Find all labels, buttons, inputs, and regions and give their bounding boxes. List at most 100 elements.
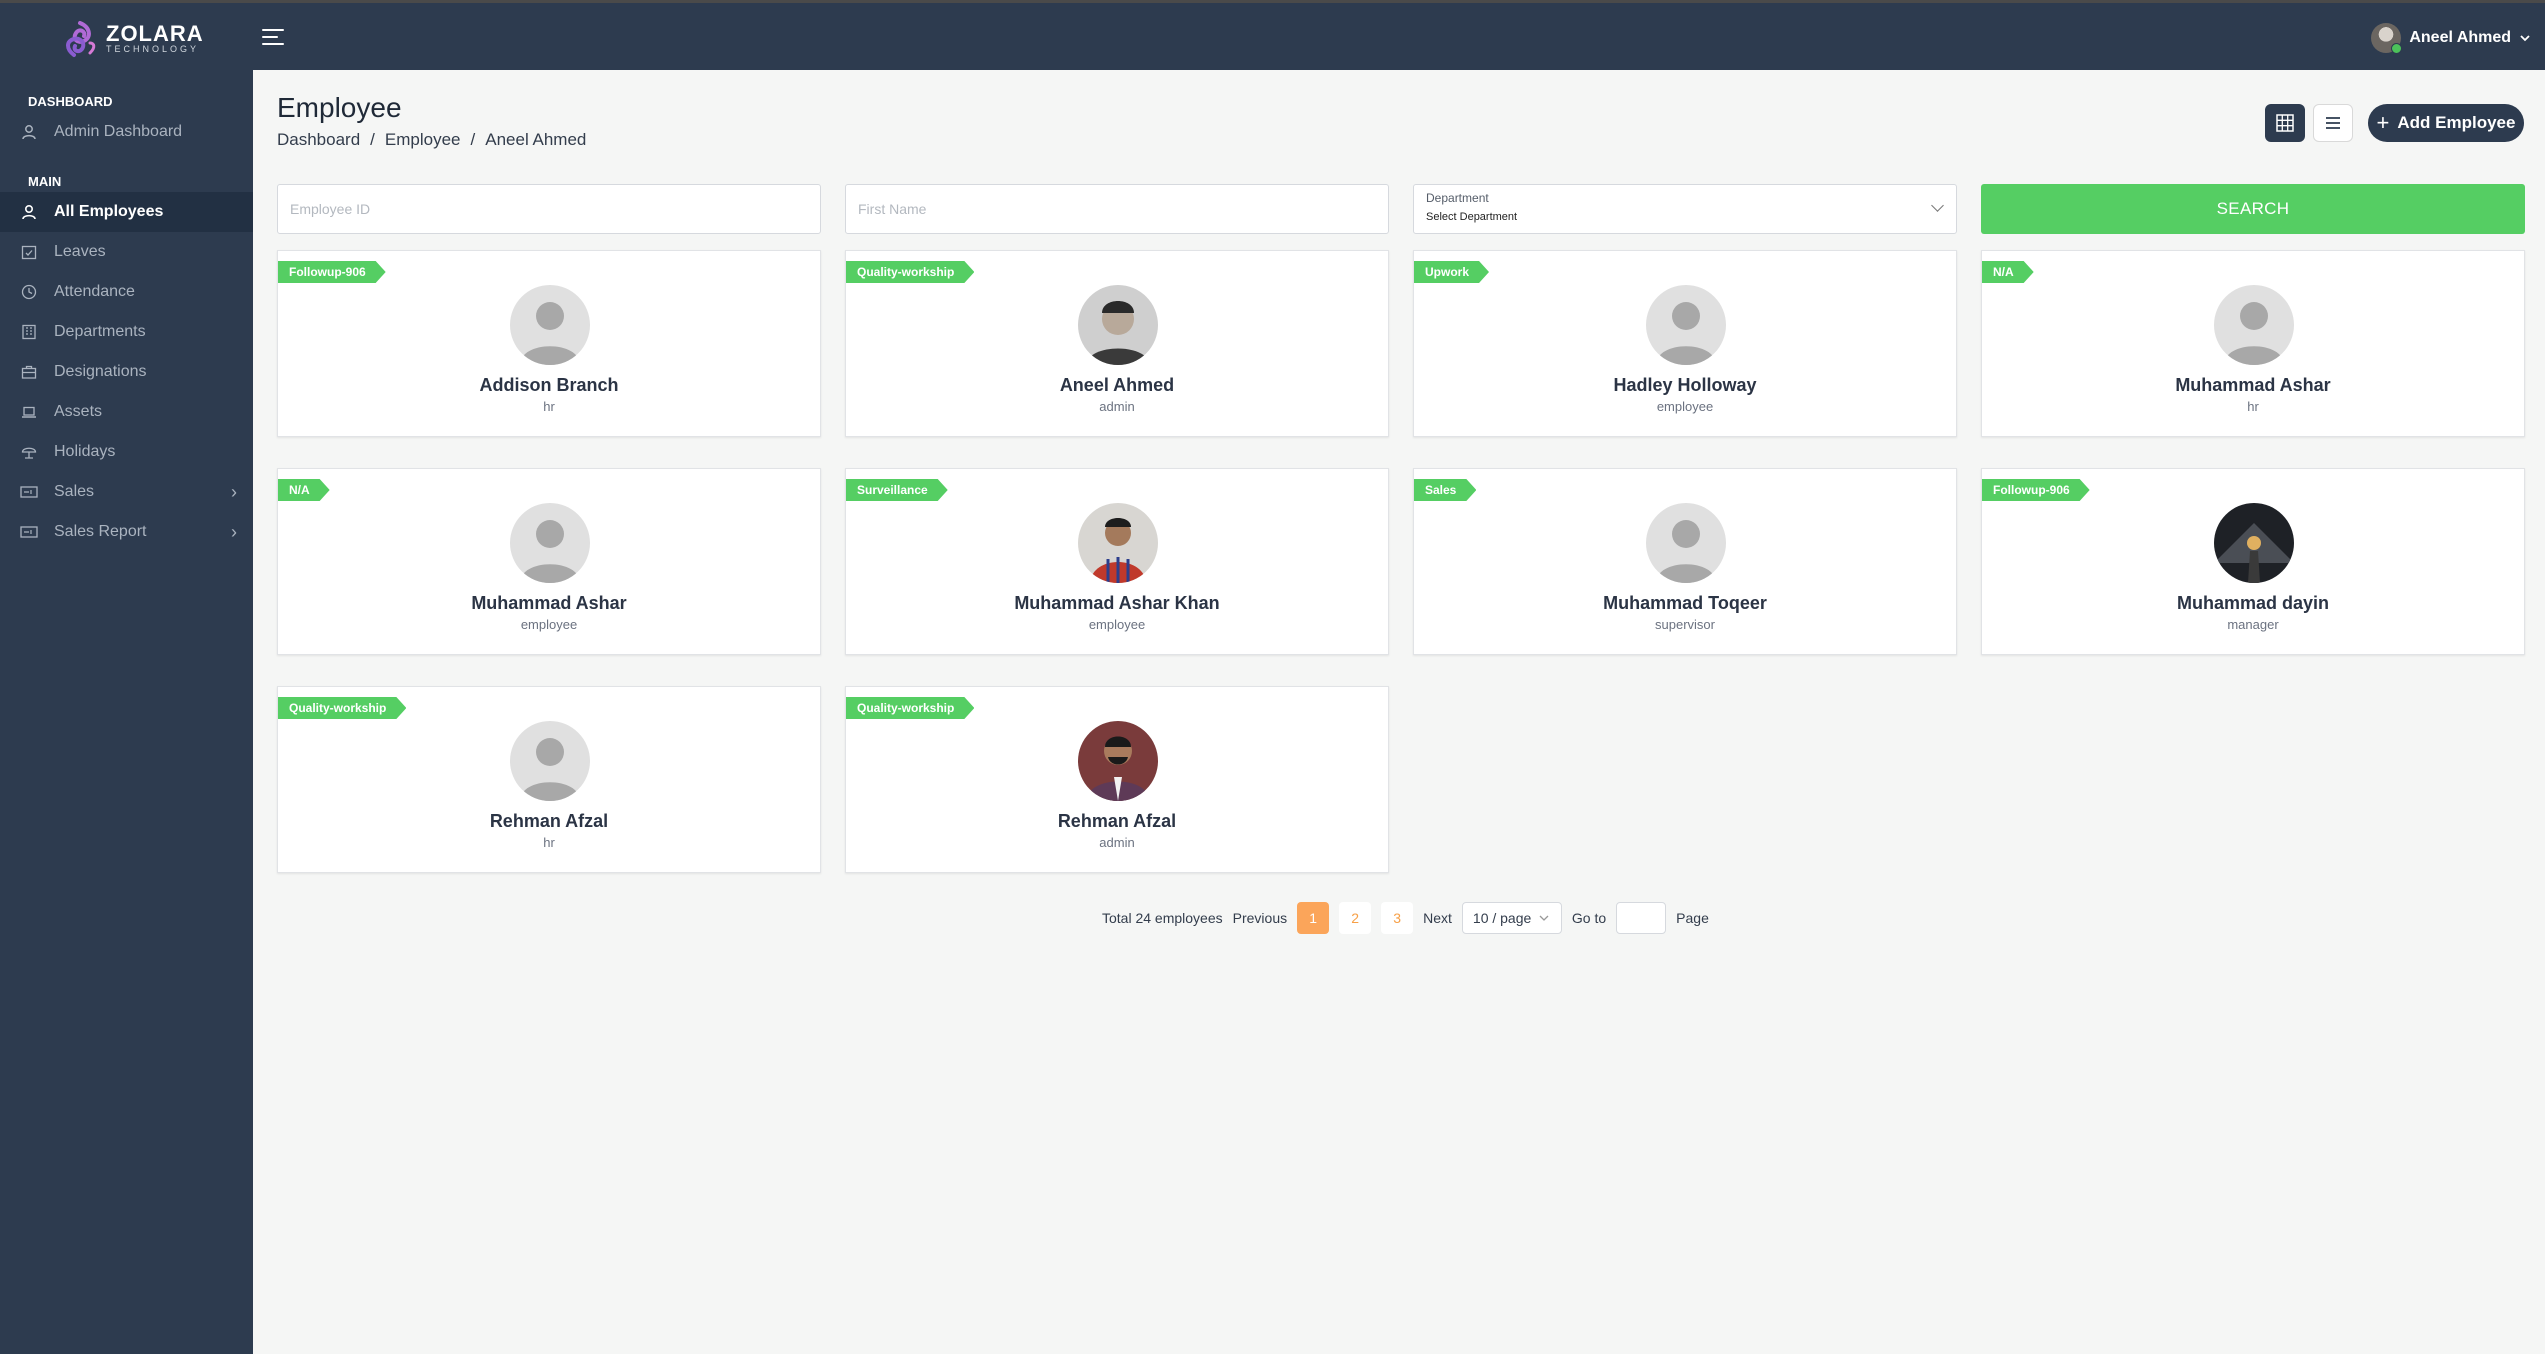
employee-id-field[interactable]	[277, 184, 821, 234]
employee-card[interactable]: N/A Muhammad Ashar hr	[1981, 250, 2525, 437]
sidebar-item-label: Attendance	[54, 283, 135, 300]
department-tag: Surveillance	[846, 479, 948, 501]
employee-avatar[interactable]	[510, 721, 590, 801]
sidebar-item-holidays[interactable]: Holidays	[0, 432, 253, 472]
sidebar-item-leaves[interactable]: Leaves	[0, 232, 253, 272]
umbrella-icon	[20, 443, 38, 461]
sidebar-item-all-employees[interactable]: All Employees	[0, 192, 253, 232]
employee-avatar[interactable]	[1078, 285, 1158, 365]
employee-card[interactable]: Quality-workship Aneel Ahmed admin	[845, 250, 1389, 437]
employee-name[interactable]: Addison Branch	[278, 375, 820, 396]
employee-avatar[interactable]	[1078, 503, 1158, 583]
sidebar-item-assets[interactable]: Assets	[0, 392, 253, 432]
employee-name[interactable]: Rehman Afzal	[278, 811, 820, 832]
sidebar-item-label: Departments	[54, 323, 146, 340]
chevron-down-icon	[2520, 35, 2530, 42]
sidebar: DASHBOARD Admin Dashboard MAIN All Emplo…	[0, 70, 253, 1354]
next-page-button[interactable]: Next	[1423, 910, 1452, 926]
add-employee-button[interactable]: + Add Employee	[2368, 104, 2524, 142]
zolara-logo-icon	[66, 21, 96, 57]
department-tag: Sales	[1414, 479, 1476, 501]
sidebar-heading-main: MAIN	[28, 174, 62, 189]
breadcrumb-employee[interactable]: Employee	[385, 130, 461, 150]
brand-logo[interactable]: ZOLARA TECHNOLOGY	[60, 19, 204, 59]
add-employee-label: Add Employee	[2397, 113, 2516, 132]
employee-name[interactable]: Aneel Ahmed	[846, 375, 1388, 396]
employee-avatar[interactable]	[2214, 503, 2294, 583]
employee-name[interactable]: Hadley Holloway	[1414, 375, 1956, 396]
department-label: Department	[1426, 191, 1489, 205]
employee-avatar[interactable]	[1646, 503, 1726, 583]
employee-id-input[interactable]	[278, 185, 820, 233]
user-menu[interactable]: Aneel Ahmed	[2371, 23, 2531, 54]
sidebar-item-attendance[interactable]: Attendance	[0, 272, 253, 312]
employee-card[interactable]: Upwork Hadley Holloway employee	[1413, 250, 1957, 437]
chevron-down-icon	[1539, 915, 1549, 921]
sidebar-item-label: Holidays	[54, 443, 116, 460]
employee-card[interactable]: Sales Muhammad Toqeer supervisor	[1413, 468, 1957, 655]
employee-name[interactable]: Muhammad dayin	[1982, 593, 2524, 614]
sidebar-item-departments[interactable]: Departments	[0, 312, 253, 352]
employee-name[interactable]: Muhammad Toqeer	[1414, 593, 1956, 614]
page-title: Employee	[277, 92, 402, 123]
menu-toggle-icon[interactable]	[262, 29, 284, 47]
total-count: Total 24 employees	[1102, 910, 1223, 926]
department-tag: Followup-906	[1982, 479, 2090, 501]
sidebar-item-sales[interactable]: Sales ›	[0, 472, 253, 512]
breadcrumb-dashboard[interactable]: Dashboard	[277, 130, 360, 150]
department-tag: Quality-workship	[278, 697, 406, 719]
sidebar-item-label: Assets	[54, 403, 103, 420]
employee-card[interactable]: Quality-workship Rehman Afzal admin	[845, 686, 1389, 873]
brand-name: ZOLARA	[106, 21, 204, 46]
employee-card[interactable]: Quality-workship Rehman Afzal hr	[277, 686, 821, 873]
page-button-1[interactable]: 1	[1297, 902, 1330, 934]
sidebar-item-admin-dashboard[interactable]: Admin Dashboard	[0, 112, 253, 152]
employee-card[interactable]: Followup-906 Muhammad dayin manager	[1981, 468, 2525, 655]
employee-name[interactable]: Rehman Afzal	[846, 811, 1388, 832]
department-tag: Quality-workship	[846, 261, 974, 283]
employee-avatar[interactable]	[2214, 285, 2294, 365]
sidebar-item-sales-report[interactable]: Sales Report ›	[0, 512, 253, 552]
clock-icon	[20, 283, 38, 301]
breadcrumb-current: Aneel Ahmed	[485, 130, 587, 149]
calendar-check-icon	[20, 243, 38, 261]
employee-name[interactable]: Muhammad Ashar	[278, 593, 820, 614]
search-button[interactable]: SEARCH	[1981, 184, 2525, 234]
breadcrumb-separator: /	[370, 130, 375, 149]
employee-avatar[interactable]	[510, 503, 590, 583]
department-select[interactable]: Department Select Department	[1413, 184, 1957, 234]
page-size-select[interactable]: 10 / page	[1461, 902, 1562, 934]
employee-card[interactable]: N/A Muhammad Ashar employee	[277, 468, 821, 655]
first-name-field[interactable]	[845, 184, 1389, 234]
sidebar-item-label: Leaves	[54, 243, 106, 260]
user-avatar	[2371, 23, 2403, 54]
employee-role: employee	[1656, 399, 1714, 414]
employee-avatar[interactable]	[510, 285, 590, 365]
employee-role: hr	[543, 835, 555, 850]
building-icon	[20, 323, 38, 341]
previous-page-button[interactable]: Previous	[1233, 910, 1287, 926]
employee-role: admin	[1099, 835, 1135, 850]
plus-icon: +	[2376, 110, 2390, 135]
employee-avatar[interactable]	[1646, 285, 1726, 365]
employee-card[interactable]: Followup-906 Addison Branch hr	[277, 250, 821, 437]
employee-avatar[interactable]	[1078, 721, 1158, 801]
grid-icon	[2276, 114, 2294, 132]
pagination: Total 24 employees Previous 1 2 3 Next 1…	[1102, 902, 1709, 934]
page-label: Page	[1676, 910, 1709, 926]
list-view-button[interactable]	[2313, 104, 2353, 142]
goto-page-input[interactable]	[1616, 902, 1667, 934]
employee-name[interactable]: Muhammad Ashar	[1982, 375, 2524, 396]
department-value: Select Department	[1426, 211, 1518, 223]
employee-role: hr	[543, 399, 555, 414]
sidebar-heading-dashboard: DASHBOARD	[28, 94, 113, 109]
ticket-icon	[20, 483, 38, 501]
grid-view-button[interactable]	[2265, 104, 2305, 142]
first-name-input[interactable]	[846, 185, 1388, 233]
page-button-3[interactable]: 3	[1381, 902, 1414, 934]
sidebar-item-designations[interactable]: Designations	[0, 352, 253, 392]
employee-role: admin	[1099, 399, 1135, 414]
page-button-2[interactable]: 2	[1339, 902, 1372, 934]
employee-card[interactable]: Surveillance Muhammad Ashar Khan employee	[845, 468, 1389, 655]
employee-name[interactable]: Muhammad Ashar Khan	[846, 593, 1388, 614]
